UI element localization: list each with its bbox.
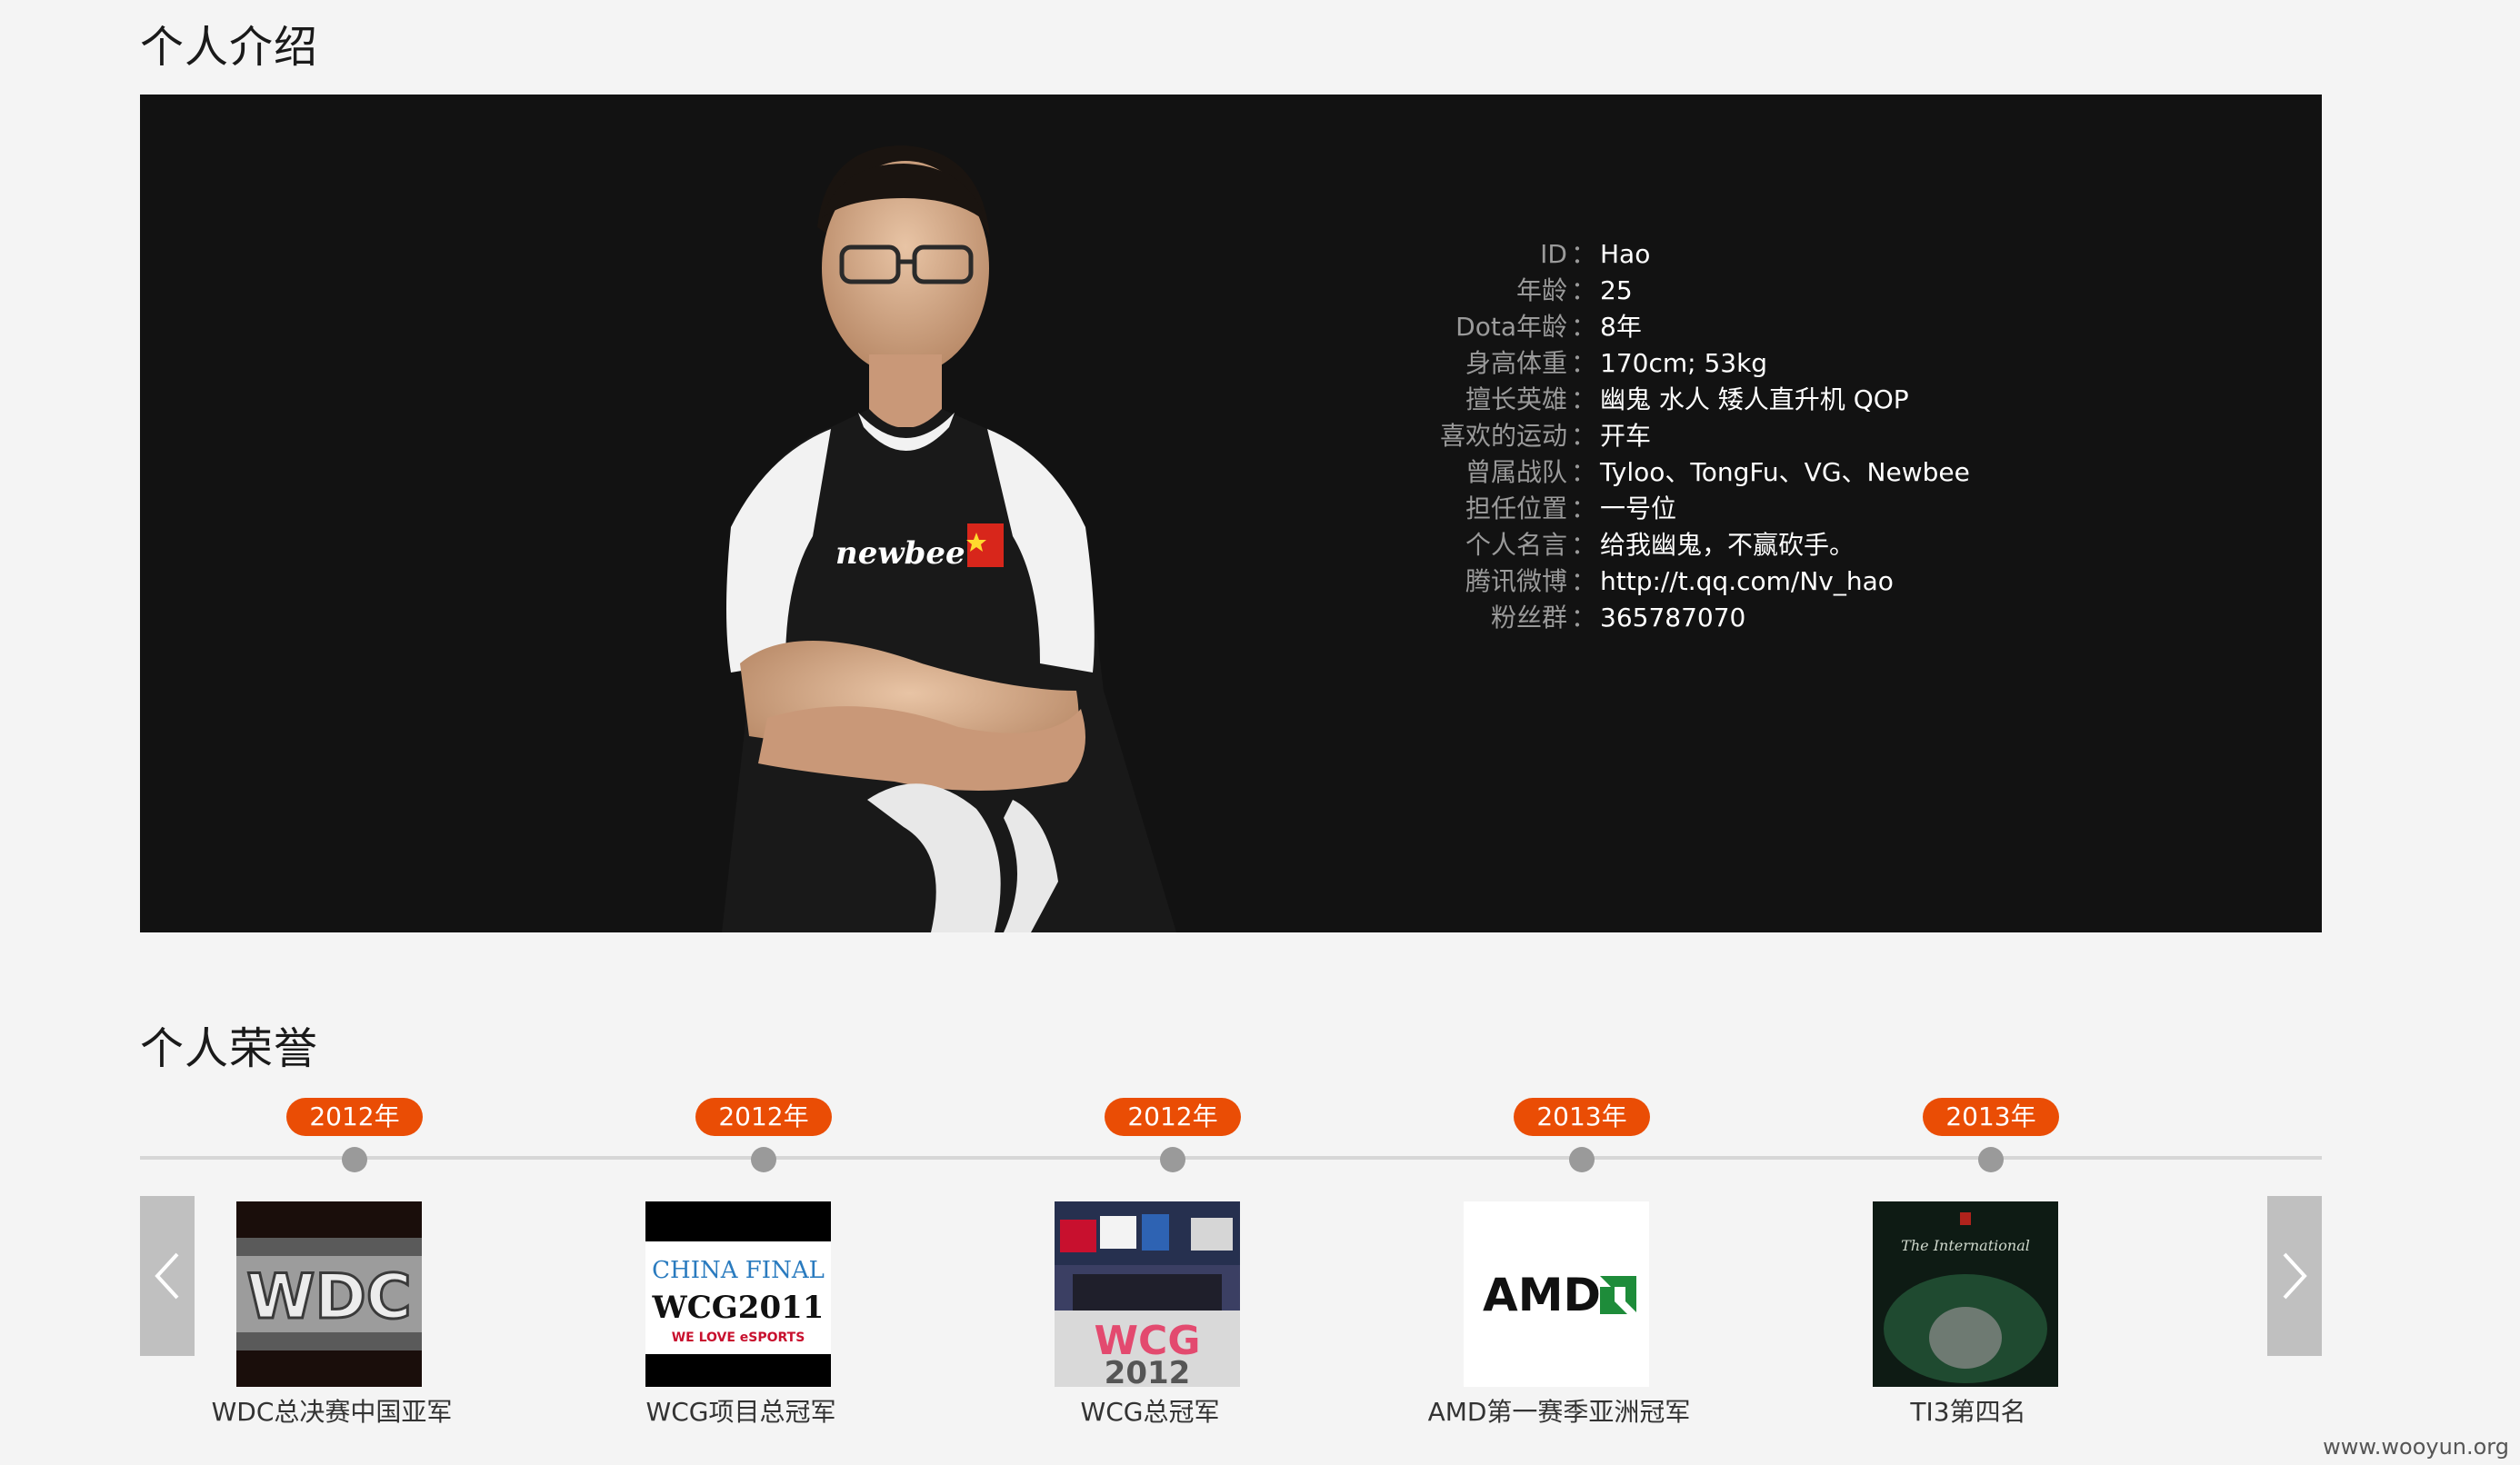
profile-row: 腾讯微博： http://t.qq.com/Nv_hao — [1242, 563, 1970, 600]
profile-label: 担任位置 — [1465, 493, 1567, 523]
award-thumbnail[interactable]: WDC — [236, 1201, 422, 1387]
profile-separator: ： — [1570, 493, 1596, 523]
year-badge: 2012年 — [695, 1098, 832, 1136]
chevron-left-icon — [155, 1252, 179, 1300]
profile-separator: ： — [1570, 275, 1596, 305]
year-badge: 2013年 — [1923, 1098, 2059, 1136]
profile-separator: ： — [1570, 421, 1596, 451]
profile-label: Dota年龄 — [1455, 312, 1567, 342]
profile-value: 幽鬼 水人 矮人直升机 QOP — [1600, 384, 1909, 414]
jersey-logo-text: newbee — [835, 535, 965, 572]
profile-row: 年龄： 25 — [1242, 273, 1970, 309]
svg-text:WCG2011: WCG2011 — [652, 1290, 825, 1326]
profile-row: 擅长英雄：幽鬼 水人 矮人直升机 QOP — [1242, 382, 1970, 418]
svg-text:The International: The International — [1901, 1237, 2030, 1254]
timeline-dot — [342, 1147, 367, 1172]
profile-row: 身高体重： 170cm; 53kg — [1242, 345, 1970, 382]
award-thumbnail[interactable]: CHINA FINAL WCG2011 WE LOVE eSPORTS — [645, 1201, 831, 1387]
profile-label: 年龄 — [1515, 275, 1567, 305]
profile-value: 给我幽鬼，不赢砍手。 — [1600, 530, 1855, 560]
player-photo: newbee — [722, 145, 1176, 932]
svg-text:CHINA FINAL: CHINA FINAL — [652, 1257, 825, 1284]
profile-row: 粉丝群： 365787070 — [1242, 600, 1970, 636]
award-caption: WCG总冠军 — [1080, 1397, 1220, 1427]
watermark: www.wooyun.org — [2323, 1434, 2509, 1460]
profile-separator: ： — [1570, 312, 1596, 342]
profile-value: 25 — [1600, 275, 1633, 305]
award-caption: TI3第四名 — [1910, 1397, 2026, 1427]
profile-row: Dota年龄： 8年 — [1242, 309, 1970, 345]
profile-row: 担任位置：一号位 — [1242, 491, 1970, 527]
timeline-dot — [1978, 1147, 2004, 1172]
profile-label: 个人名言 — [1465, 530, 1567, 560]
year-badge: 2013年 — [1514, 1098, 1650, 1136]
profile-value: 365787070 — [1600, 603, 1746, 633]
profile-label: 擅长英雄 — [1465, 384, 1567, 414]
award-caption: WCG项目总冠军 — [645, 1397, 836, 1427]
svg-text:AMD: AMD — [1483, 1269, 1601, 1321]
profile-separator: ： — [1570, 603, 1596, 633]
profile-value[interactable]: http://t.qq.com/Nv_hao — [1600, 563, 1894, 600]
year-badge: 2012年 — [286, 1098, 423, 1136]
award-thumbnail[interactable]: WCG 2012 — [1055, 1201, 1240, 1387]
profile-row: 喜欢的运动：开车 — [1242, 418, 1970, 454]
timeline-dot — [751, 1147, 776, 1172]
year-badge: 2012年 — [1105, 1098, 1241, 1136]
profile-row: ID： Hao — [1242, 236, 1970, 273]
profile-value: Tyloo、TongFu、VG、Newbee — [1600, 457, 1970, 487]
profile-value: 170cm; 53kg — [1600, 348, 1768, 378]
profile-label: 喜欢的运动 — [1439, 421, 1567, 451]
profile-label: ID — [1540, 239, 1567, 269]
profile-separator: ： — [1570, 457, 1596, 487]
carousel-next-button[interactable] — [2267, 1196, 2322, 1356]
profile-label: 腾讯微博 — [1465, 566, 1567, 596]
honor-section-title: 个人荣誉 — [140, 1023, 319, 1074]
svg-text:WDC: WDC — [246, 1261, 411, 1333]
profile-value: Hao — [1600, 239, 1651, 269]
profile-separator: ： — [1570, 384, 1596, 414]
profile-separator: ： — [1570, 239, 1596, 269]
profile-separator: ： — [1570, 530, 1596, 560]
profile-label: 粉丝群 — [1490, 603, 1567, 633]
profile-separator: ： — [1570, 348, 1596, 378]
profile-separator: ： — [1570, 566, 1596, 596]
profile-label: 身高体重 — [1465, 348, 1567, 378]
profile-label: 曾属战队 — [1465, 457, 1567, 487]
svg-text:2012: 2012 — [1105, 1355, 1191, 1387]
profile-value: 开车 — [1600, 421, 1652, 451]
profile-value: 一号位 — [1600, 493, 1677, 523]
timeline-dot — [1569, 1147, 1595, 1172]
chevron-right-icon — [2283, 1252, 2307, 1300]
svg-text:WE LOVE eSPORTS: WE LOVE eSPORTS — [672, 1330, 805, 1345]
carousel-prev-button[interactable] — [140, 1196, 195, 1356]
award-caption: AMD第一赛季亚洲冠军 — [1427, 1397, 1691, 1427]
profile-row: 曾属战队： Tyloo、TongFu、VG、Newbee — [1242, 454, 1970, 491]
timeline-dot — [1160, 1147, 1185, 1172]
award-caption: WDC总决赛中国亚军 — [211, 1397, 453, 1427]
intro-section-title: 个人介绍 — [140, 22, 319, 73]
profile-info: ID： Hao 年龄： 25 Dota年龄： 8年 身高体重： 170cm; 53kg 擅长英雄… — [1242, 236, 1970, 636]
award-thumbnail[interactable]: AMD — [1464, 1201, 1649, 1387]
award-thumbnail[interactable]: The International — [1873, 1201, 2058, 1387]
profile-banner: newbee ID： Hao 年龄： 25 Dota年龄： 8年 身高体重： 170cm; 5… — [140, 95, 2322, 932]
profile-row: 个人名言：给我幽鬼，不赢砍手。 — [1242, 527, 1970, 563]
profile-value: 8年 — [1600, 312, 1642, 342]
